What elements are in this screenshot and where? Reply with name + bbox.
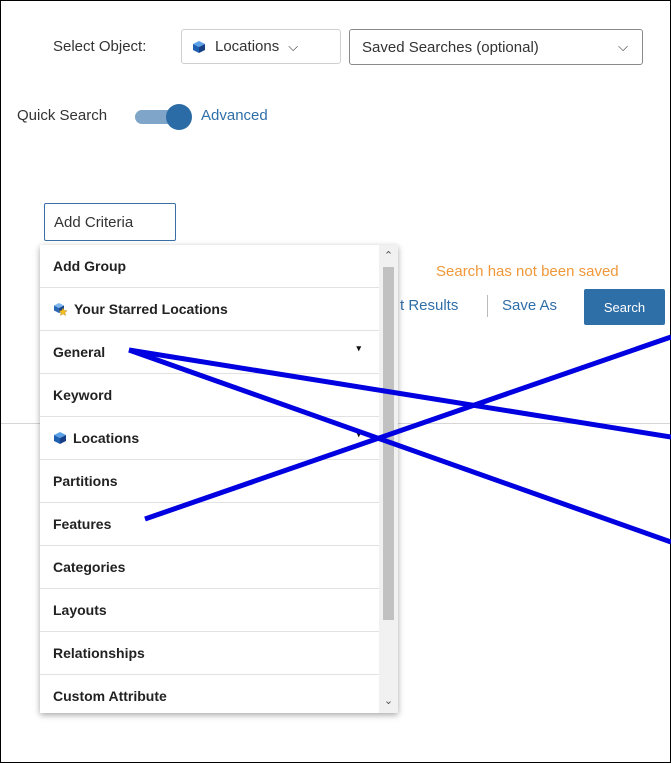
select-object-label: Select Object: <box>53 38 147 55</box>
not-saved-status: Search has not been saved <box>436 263 619 280</box>
menu-item-label: Locations <box>73 430 140 446</box>
menu-item-relationships[interactable]: Relationships <box>40 632 379 675</box>
menu-item-label: Your Starred Locations <box>74 301 228 317</box>
add-criteria-select[interactable]: Add Criteria <box>44 203 176 241</box>
quick-search-label[interactable]: Quick Search <box>17 107 107 124</box>
mode-toggle-knob[interactable] <box>166 104 192 130</box>
scroll-down-icon[interactable]: ⌄ <box>379 694 398 707</box>
chevron-down-icon: ⌵ <box>618 39 628 54</box>
criteria-dropdown[interactable]: Add Group Your Starred Locations General… <box>40 245 398 713</box>
search-button[interactable]: Search <box>584 289 665 325</box>
cube-icon <box>53 431 67 445</box>
menu-item-label: Add Group <box>53 258 127 274</box>
menu-item-layouts[interactable]: Layouts <box>40 589 379 632</box>
menu-item-partitions[interactable]: Partitions <box>40 460 379 503</box>
add-criteria-label: Add Criteria <box>54 213 134 231</box>
menu-item-label: Keyword <box>53 387 113 403</box>
menu-item-categories[interactable]: Categories <box>40 546 379 589</box>
menu-item-locations[interactable]: Locations ▾ <box>40 417 379 460</box>
menu-item-label: General <box>53 344 106 360</box>
menu-item-features[interactable]: Features <box>40 503 379 546</box>
menu-item-label: Categories <box>53 559 126 575</box>
menu-item-label: Partitions <box>53 473 118 489</box>
menu-item-add-group[interactable]: Add Group <box>40 245 379 288</box>
scrollbar-thumb[interactable] <box>383 267 394 620</box>
menu-item-starred-locations[interactable]: Your Starred Locations <box>40 288 379 331</box>
menu-item-label: Custom Attribute <box>53 688 167 704</box>
criteria-menu: Add Group Your Starred Locations General… <box>40 245 379 713</box>
search-button-label: Search <box>603 299 646 315</box>
saved-searches-placeholder: Saved Searches (optional) <box>362 38 539 56</box>
action-divider <box>487 295 488 317</box>
menu-item-label: Relationships <box>53 645 145 661</box>
menu-item-label: Layouts <box>53 602 107 618</box>
menu-item-general[interactable]: General ▾ <box>40 331 379 374</box>
scroll-up-icon[interactable]: ⌃ <box>379 249 398 262</box>
caret-down-icon: ▾ <box>356 429 361 439</box>
menu-item-custom-attribute[interactable]: Custom Attribute <box>40 675 379 713</box>
starred-cube-icon <box>53 302 68 316</box>
object-select[interactable]: Locations ⌵ <box>181 29 341 64</box>
save-as-link[interactable]: Save As <box>502 297 557 314</box>
results-link[interactable]: t Results <box>400 297 458 314</box>
cube-icon <box>193 40 205 53</box>
chevron-down-icon: ⌵ <box>288 38 299 54</box>
menu-item-keyword[interactable]: Keyword <box>40 374 379 417</box>
saved-searches-select[interactable]: Saved Searches (optional) ⌵ <box>349 29 643 65</box>
object-select-value: Locations <box>215 38 280 55</box>
dropdown-scrollbar[interactable]: ⌃ ⌄ <box>379 245 398 713</box>
menu-item-label: Features <box>53 516 112 532</box>
advanced-label[interactable]: Advanced <box>201 107 268 124</box>
caret-down-icon: ▾ <box>356 343 361 353</box>
